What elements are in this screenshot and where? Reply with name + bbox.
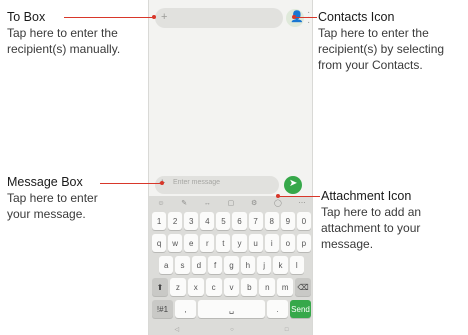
to-box-desc-line-1: Tap here to enter the xyxy=(7,26,118,40)
message-placeholder: Enter message xyxy=(173,179,221,186)
keyboard-row-3: ⬆ z x c v b n m ⌫ xyxy=(152,278,312,296)
key[interactable]: o xyxy=(280,234,295,252)
key[interactable]: 4 xyxy=(200,212,215,230)
contacts-icon-callout: Contacts Icon Tap here to enter the reci… xyxy=(318,10,466,73)
key[interactable]: v xyxy=(223,278,240,296)
key[interactable]: p xyxy=(296,234,311,252)
home-icon[interactable]: ○ xyxy=(230,327,234,333)
clipboard-icon[interactable]: ▢ xyxy=(228,199,235,207)
key[interactable]: t xyxy=(216,234,231,252)
key[interactable]: w xyxy=(168,234,183,252)
key[interactable]: 6 xyxy=(232,212,247,230)
to-box-leader-dot xyxy=(152,15,156,19)
key[interactable]: q xyxy=(152,234,167,252)
handwriting-icon[interactable]: ✎ xyxy=(181,199,187,207)
message-compose-bar: + Enter message ➤ xyxy=(149,174,312,196)
period-key[interactable]: . xyxy=(267,300,289,318)
contacts-icon-desc-line-3: from your Contacts. xyxy=(318,58,423,72)
shift-key[interactable]: ⬆ xyxy=(152,278,168,296)
recents-icon[interactable]: □ xyxy=(285,327,289,333)
more-icon[interactable]: ⋯ xyxy=(299,199,306,207)
backspace-icon: ⌫ xyxy=(297,282,309,292)
attachment-icon-desc-line-2: attachment to your xyxy=(321,221,421,235)
key[interactable]: d xyxy=(191,256,206,274)
keyboard-row-4: !#1 , ␣ . Send xyxy=(152,300,311,318)
contacts-icon-desc-line-2: recipient(s) by selecting xyxy=(318,42,445,56)
keyboard-row-1: q w e r t y u i o p xyxy=(152,234,311,252)
voice-icon[interactable]: ◯ xyxy=(274,199,282,207)
key[interactable]: 5 xyxy=(216,212,231,230)
contacts-leader-line xyxy=(294,17,317,18)
key[interactable]: l xyxy=(289,256,304,274)
space-icon: ␣ xyxy=(228,304,235,314)
key[interactable]: i xyxy=(264,234,279,252)
key[interactable]: e xyxy=(184,234,199,252)
key[interactable]: z xyxy=(169,278,186,296)
cursor-icon[interactable]: ↔ xyxy=(204,200,211,207)
to-box-plus-icon: + xyxy=(161,11,168,23)
contacts-icon-title: Contacts Icon xyxy=(318,10,395,24)
keyboard: ☺ ✎ ↔ ▢ ⚙ ◯ ⋯ 1 2 3 4 5 6 7 8 9 0 q w e … xyxy=(149,196,312,335)
message-box-field[interactable]: + Enter message xyxy=(155,176,279,194)
backspace-key[interactable]: ⌫ xyxy=(295,278,312,296)
attachment-icon-desc-line-3: message. xyxy=(321,237,374,251)
keyboard-toolbar: ☺ ✎ ↔ ▢ ⚙ ◯ ⋯ xyxy=(149,196,312,210)
send-button[interactable]: ➤ xyxy=(284,176,302,194)
key[interactable]: c xyxy=(205,278,222,296)
key[interactable]: 8 xyxy=(264,212,279,230)
keyboard-row-2: a s d f g h j k l xyxy=(152,256,311,274)
key[interactable]: 1 xyxy=(152,212,167,230)
key[interactable]: y xyxy=(232,234,247,252)
key[interactable]: g xyxy=(224,256,239,274)
message-box-desc-line-2: your message. xyxy=(7,207,86,221)
key[interactable]: h xyxy=(240,256,255,274)
message-box-leader-line xyxy=(100,183,162,184)
key[interactable]: 2 xyxy=(168,212,183,230)
recipient-bar: + 👤 ··· xyxy=(149,0,312,36)
to-box-field[interactable]: + xyxy=(155,8,283,28)
comma-key[interactable]: , xyxy=(174,300,196,318)
back-icon[interactable]: ◁ xyxy=(175,326,180,333)
key[interactable]: k xyxy=(273,256,288,274)
send-icon: ➤ xyxy=(289,178,298,189)
key[interactable]: u xyxy=(248,234,263,252)
keyboard-row-numbers: 1 2 3 4 5 6 7 8 9 0 xyxy=(152,212,311,230)
message-box-leader-dot xyxy=(160,181,164,185)
shift-icon: ⬆ xyxy=(156,282,164,292)
space-key[interactable]: ␣ xyxy=(197,300,266,318)
key[interactable]: 3 xyxy=(184,212,199,230)
emoji-icon[interactable]: ☺ xyxy=(157,200,164,207)
key[interactable]: j xyxy=(256,256,272,274)
to-box-desc-line-2: recipient(s) manually. xyxy=(7,42,121,56)
key[interactable]: x xyxy=(187,278,204,296)
key[interactable]: s xyxy=(175,256,190,274)
key[interactable]: f xyxy=(207,256,223,274)
settings-icon[interactable]: ⚙ xyxy=(251,199,257,207)
key[interactable]: a xyxy=(159,256,174,274)
attachment-leader-line xyxy=(278,196,320,197)
navigation-bar: ◁ ○ □ xyxy=(149,324,312,335)
phone-screen: + 👤 ··· + Enter message ➤ ☺ ✎ ↔ ▢ ⚙ ◯ ⋯ … xyxy=(148,0,313,335)
key[interactable]: 0 xyxy=(296,212,311,230)
attachment-icon-callout: Attachment Icon Tap here to add an attac… xyxy=(321,189,466,252)
go-key[interactable]: Send xyxy=(290,300,311,318)
key[interactable]: 9 xyxy=(280,212,295,230)
contacts-icon-desc-line-1: Tap here to enter the xyxy=(318,26,429,40)
attachment-icon-desc-line-1: Tap here to add an xyxy=(321,205,422,219)
key[interactable]: 7 xyxy=(248,212,263,230)
contacts-leader-dot xyxy=(292,15,296,19)
to-box-leader-line xyxy=(64,17,154,18)
attachment-icon-title: Attachment Icon xyxy=(321,189,412,203)
attachment-leader-dot xyxy=(276,194,280,198)
key[interactable]: r xyxy=(200,234,215,252)
key[interactable]: b xyxy=(241,278,258,296)
key[interactable]: n xyxy=(259,278,276,296)
message-box-desc-line-1: Tap here to enter xyxy=(7,191,98,205)
key[interactable]: m xyxy=(277,278,294,296)
symbols-key[interactable]: !#1 xyxy=(152,300,173,318)
